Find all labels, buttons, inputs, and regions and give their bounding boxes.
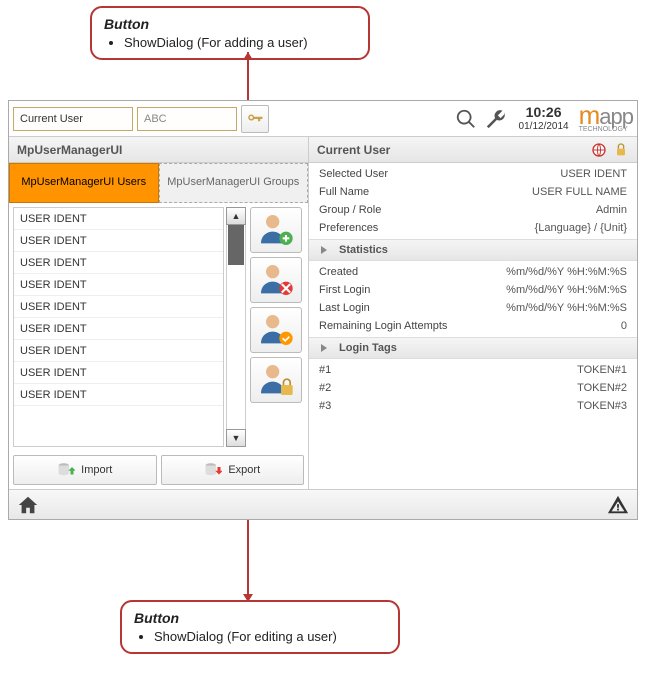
mapp-logo: mapp TECHNOLOGY: [579, 104, 633, 133]
statistics-header[interactable]: Statistics: [309, 239, 637, 261]
callout-add-user: Button ShowDialog (For adding a user): [90, 6, 370, 60]
first-login-value: %m/%d/%Y %H:%M:%S: [506, 284, 627, 296]
prefs-value: {Language} / {Unit}: [535, 222, 627, 234]
search-icon: [455, 108, 477, 130]
list-item[interactable]: USER IDENT: [14, 318, 223, 340]
tab-users[interactable]: MpUserManagerUI Users: [9, 163, 159, 203]
full-name-label: Full Name: [319, 186, 369, 198]
alarm-button[interactable]: [607, 494, 629, 516]
tag1-value: TOKEN#1: [577, 364, 627, 376]
group-label: Group / Role: [319, 204, 381, 216]
list-item[interactable]: USER IDENT: [14, 384, 223, 406]
right-panel: Selected User USER IDENT Full Name USER FU…: [309, 163, 637, 489]
clock: 10:26 01/12/2014: [519, 105, 569, 131]
search-button[interactable]: [453, 106, 479, 132]
clock-time: 10:26: [519, 105, 569, 120]
callout-text: ShowDialog (For adding a user): [124, 35, 356, 50]
import-icon: [57, 461, 75, 479]
callout-title: Button: [134, 610, 386, 626]
add-user-button[interactable]: [250, 207, 302, 253]
tag3-value: TOKEN#3: [577, 400, 627, 412]
left-panel: MpUserManagerUI Users MpUserManagerUI Gr…: [9, 163, 309, 489]
globe-icon: [591, 142, 607, 158]
clock-date: 01/12/2014: [519, 121, 569, 132]
callout-title: Button: [104, 16, 356, 32]
scroll-up-button[interactable]: ▲: [226, 207, 246, 225]
home-icon: [17, 494, 39, 516]
user-action-buttons: [248, 207, 304, 447]
topbar: Current User ABC 10:26 01/12/2014 mapp T…: [9, 101, 637, 137]
last-login-label: Last Login: [319, 302, 370, 314]
user-list[interactable]: USER IDENT USER IDENT USER IDENT USER ID…: [13, 207, 224, 447]
full-name-value: USER FULL NAME: [532, 186, 627, 198]
selected-user-label: Selected User: [319, 168, 388, 180]
lock-icon: [613, 142, 629, 158]
tabs: MpUserManagerUI Users MpUserManagerUI Gr…: [9, 163, 308, 203]
edit-user-button[interactable]: [250, 307, 302, 353]
right-section-title: Current User: [309, 137, 637, 163]
scrollbar[interactable]: ▲ ▼: [226, 207, 246, 447]
text-input[interactable]: ABC: [137, 107, 237, 131]
export-button[interactable]: Export: [161, 455, 305, 485]
bottombar: [9, 489, 637, 519]
app-window: Current User ABC 10:26 01/12/2014 mapp T…: [8, 100, 638, 520]
user-lock-icon: [256, 360, 296, 400]
tag1-label: #1: [319, 364, 331, 376]
list-item[interactable]: USER IDENT: [14, 252, 223, 274]
scroll-track[interactable]: [226, 225, 246, 429]
user-delete-icon: [256, 260, 296, 300]
scroll-down-button[interactable]: ▼: [226, 429, 246, 447]
tab-groups[interactable]: MpUserManagerUI Groups: [159, 163, 309, 203]
import-label: Import: [81, 464, 112, 476]
login-tags-header[interactable]: Login Tags: [309, 337, 637, 359]
login-key-button[interactable]: [241, 105, 269, 133]
remaining-attempts-value: 0: [621, 320, 627, 332]
group-value: Admin: [596, 204, 627, 216]
tag3-label: #3: [319, 400, 331, 412]
home-button[interactable]: [17, 494, 39, 516]
export-label: Export: [228, 464, 260, 476]
left-title-text: MpUserManagerUI: [17, 143, 122, 157]
list-item[interactable]: USER IDENT: [14, 208, 223, 230]
list-item[interactable]: USER IDENT: [14, 274, 223, 296]
export-icon: [204, 461, 222, 479]
callout-text: ShowDialog (For editing a user): [154, 629, 386, 644]
remaining-attempts-label: Remaining Login Attempts: [319, 320, 447, 332]
user-edit-icon: [256, 310, 296, 350]
prefs-label: Preferences: [319, 222, 378, 234]
scroll-thumb[interactable]: [228, 225, 244, 265]
arrow-down-icon: [243, 594, 253, 602]
left-section-title: MpUserManagerUI: [9, 137, 309, 163]
list-item[interactable]: USER IDENT: [14, 230, 223, 252]
key-icon: [246, 110, 264, 128]
wrench-icon: [485, 108, 507, 130]
user-plus-icon: [256, 210, 296, 250]
right-title-text: Current User: [317, 143, 390, 157]
warning-icon: [607, 494, 629, 516]
first-login-label: First Login: [319, 284, 370, 296]
last-login-value: %m/%d/%Y %H:%M:%S: [506, 302, 627, 314]
current-user-field[interactable]: Current User: [13, 107, 133, 131]
delete-user-button[interactable]: [250, 257, 302, 303]
list-item[interactable]: USER IDENT: [14, 362, 223, 384]
tag2-value: TOKEN#2: [577, 382, 627, 394]
logo-subtitle: TECHNOLOGY: [579, 127, 628, 133]
lock-user-button[interactable]: [250, 357, 302, 403]
import-button[interactable]: Import: [13, 455, 157, 485]
created-label: Created: [319, 266, 358, 278]
callout-edit-user: Button ShowDialog (For editing a user): [120, 600, 400, 654]
list-item[interactable]: USER IDENT: [14, 340, 223, 362]
list-item[interactable]: USER IDENT: [14, 296, 223, 318]
created-value: %m/%d/%Y %H:%M:%S: [506, 266, 627, 278]
tag2-label: #2: [319, 382, 331, 394]
selected-user-value: USER IDENT: [560, 168, 627, 180]
settings-button[interactable]: [483, 106, 509, 132]
arrow-up-icon: [243, 52, 253, 60]
